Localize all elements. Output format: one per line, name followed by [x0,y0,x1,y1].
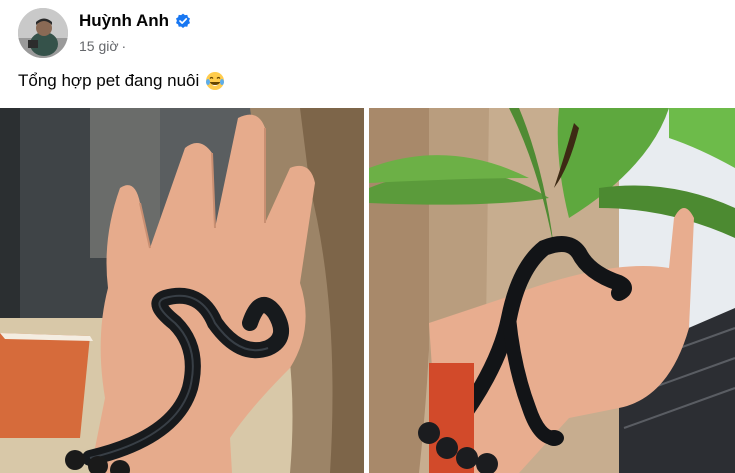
verified-badge-icon [176,13,191,28]
post-timestamp[interactable]: 15 giờ [79,38,119,54]
laughing-tears-emoji-icon [206,72,225,90]
post-text: Tổng hợp pet đang nuôi [18,71,200,90]
author-name[interactable]: Huỳnh Anh [79,11,169,31]
post-photo-2[interactable] [369,108,735,473]
avatar[interactable] [18,8,68,58]
snake-on-palm-photo [0,108,364,473]
post-header: Huỳnh Anh 15 giờ · [18,8,718,58]
snake-on-wrist-photo [369,108,735,473]
meta-separator: · [121,38,127,54]
post-photo-1[interactable] [0,108,364,473]
